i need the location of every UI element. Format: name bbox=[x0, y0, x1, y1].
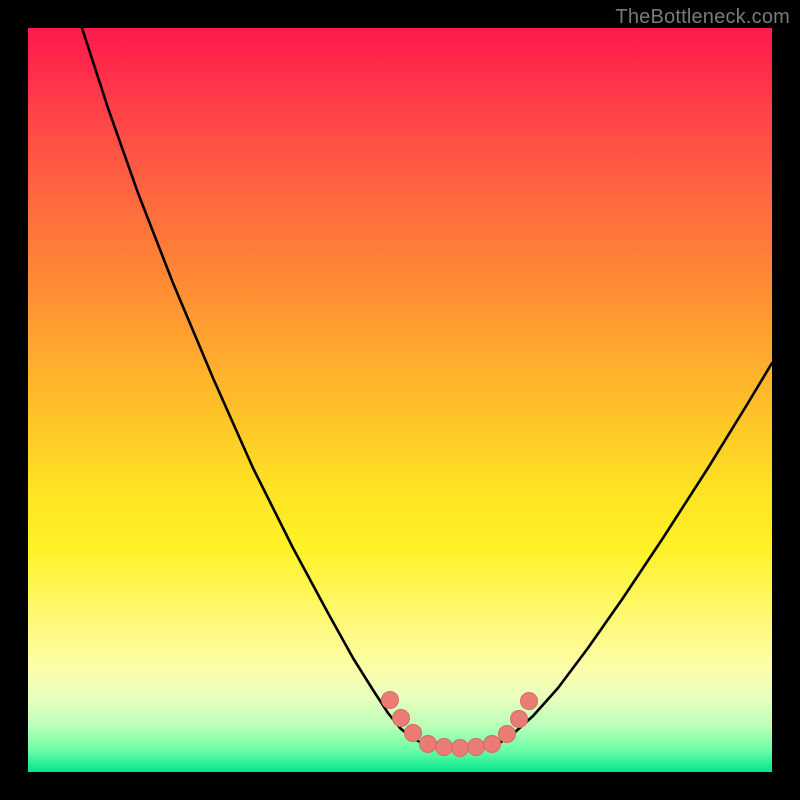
curve-marker bbox=[511, 711, 528, 728]
curve-marker bbox=[468, 739, 485, 756]
curve-marker bbox=[420, 736, 437, 753]
curve-marker bbox=[484, 736, 501, 753]
curve-marker bbox=[499, 726, 516, 743]
plot-area bbox=[28, 28, 772, 772]
bottleneck-curve bbox=[28, 28, 772, 772]
curve-marker bbox=[405, 725, 422, 742]
watermark-text: TheBottleneck.com bbox=[615, 6, 790, 29]
marker-group bbox=[382, 692, 538, 757]
chart-frame: TheBottleneck.com bbox=[0, 0, 800, 800]
curve-marker bbox=[521, 693, 538, 710]
curve-marker bbox=[436, 739, 453, 756]
curve-marker bbox=[393, 710, 410, 727]
curve-path bbox=[82, 28, 772, 748]
curve-marker bbox=[382, 692, 399, 709]
curve-marker bbox=[452, 740, 469, 757]
